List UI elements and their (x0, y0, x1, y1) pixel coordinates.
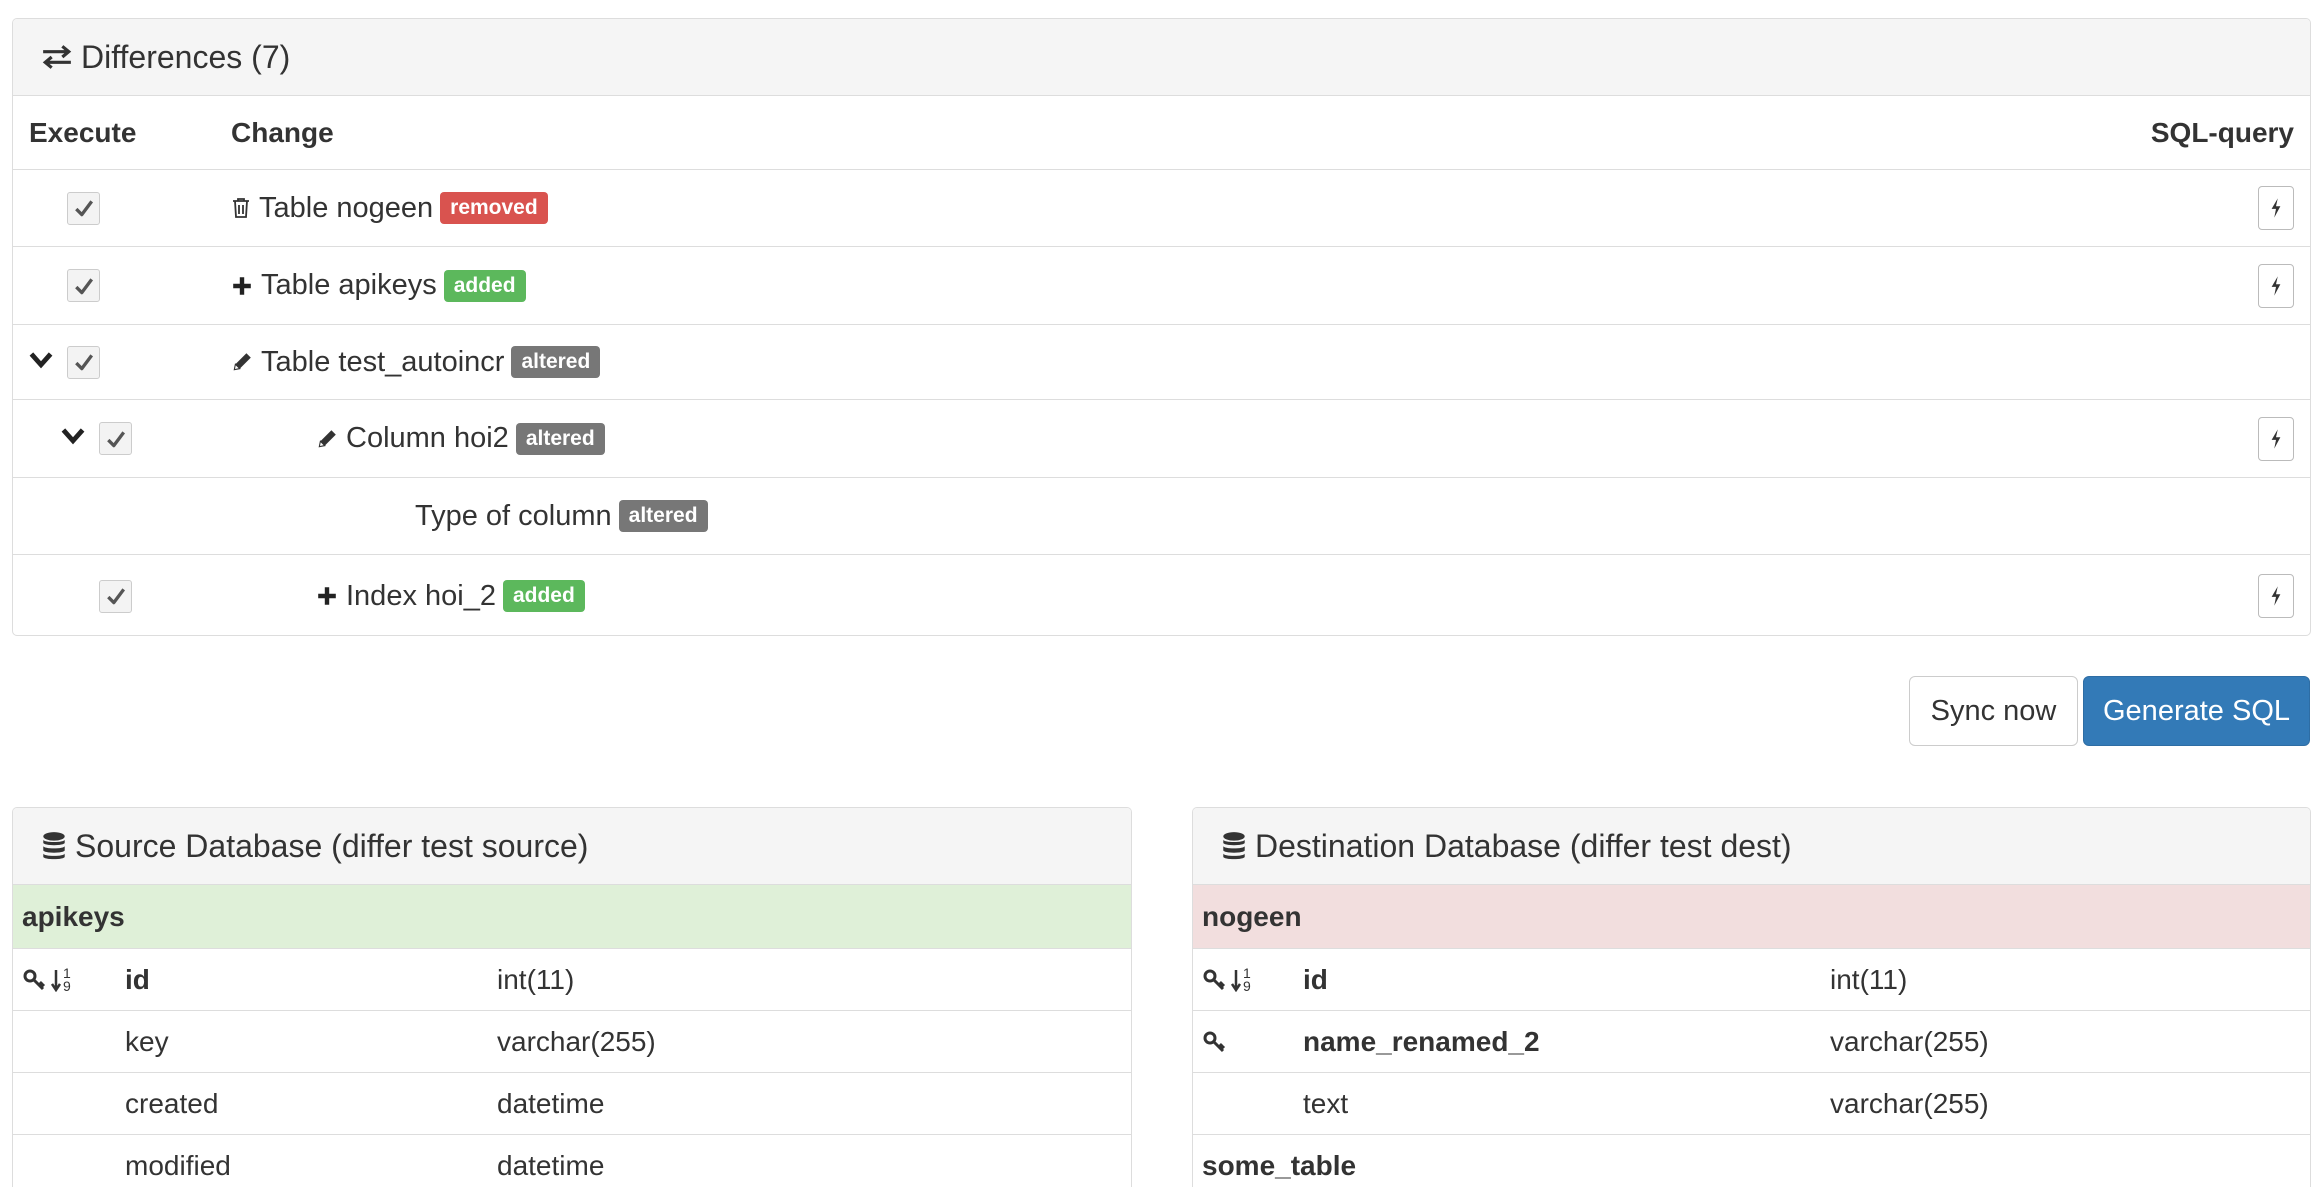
bolt-icon (2269, 585, 2283, 607)
check-icon (73, 197, 95, 219)
sync-now-button[interactable]: Sync now (1909, 676, 2078, 746)
column-type: int(11) (1830, 963, 1908, 995)
sql-query-column-header: SQL-query (2150, 116, 2294, 148)
status-badge: added (502, 580, 585, 612)
source-database-header: Source Database (differ test source) (13, 808, 1131, 885)
sql-query-button[interactable] (2258, 263, 2294, 308)
column-row: key varchar(255) (13, 1011, 1131, 1073)
table-row: Column hoi2 altered (13, 400, 2310, 478)
generate-sql-button[interactable]: Generate SQL (2083, 676, 2310, 746)
differences-header: Differences (7) (13, 19, 2310, 96)
column-name: text (1303, 1087, 1349, 1119)
check-icon (73, 275, 95, 297)
key-icon (1203, 968, 1227, 992)
differences-panel: Differences (7) Execute Change SQL-query… (12, 18, 2311, 636)
execute-checkbox[interactable] (67, 191, 100, 225)
bolt-icon (2269, 197, 2283, 219)
sort-numeric-icon (1231, 968, 1241, 992)
change-label: Column hoi2 (346, 422, 509, 454)
column-type: varchar(255) (497, 1025, 656, 1057)
table-name-row: some_table (1202, 1150, 1357, 1181)
destination-database-title: Destination Database (differ test dest) (1255, 827, 1792, 864)
column-type: datetime (497, 1150, 605, 1181)
column-row: name_renamed_2 varchar(255) (1193, 1011, 2310, 1073)
table-row: Table apikeys added (13, 247, 2310, 325)
change-column-header: Change (231, 116, 334, 148)
column-row: 1 9 id int(11) (1193, 949, 2310, 1011)
table-row: Index hoi_2 added (13, 555, 2310, 635)
column-row: created datetime (13, 1073, 1131, 1135)
pencil-icon (316, 428, 338, 450)
table-row: Table nogeen removed (13, 170, 2310, 247)
column-type: varchar(255) (1830, 1087, 1989, 1119)
execute-checkbox[interactable] (67, 269, 100, 302)
sort-digit-bottom: 9 (63, 977, 71, 994)
column-type: datetime (497, 1087, 605, 1119)
database-icon (1221, 831, 1247, 861)
sort-digit-bottom: 9 (1243, 977, 1251, 994)
execute-checkbox[interactable] (99, 422, 132, 455)
sort-numeric-icon (51, 968, 61, 992)
status-badge: altered (515, 422, 605, 455)
differences-table-header: Execute Change SQL-query (13, 96, 2310, 170)
chevron-down-icon[interactable] (61, 427, 85, 450)
status-badge: altered (618, 500, 708, 532)
exchange-icon (41, 44, 73, 70)
column-name: id (1303, 963, 1328, 995)
chevron-down-icon[interactable] (29, 351, 53, 374)
key-icon (1203, 1030, 1227, 1054)
check-icon (105, 585, 127, 607)
column-name: name_renamed_2 (1303, 1025, 1540, 1057)
sql-query-button[interactable] (2258, 574, 2294, 618)
source-database-title: Source Database (differ test source) (75, 827, 589, 864)
column-type: varchar(255) (1830, 1025, 1989, 1057)
change-label: Table apikeys (261, 269, 437, 301)
column-row: modified datetime (13, 1135, 1131, 1187)
destination-database-header: Destination Database (differ test dest) (1193, 808, 2310, 885)
status-badge: removed (440, 192, 548, 224)
destination-database-panel: Destination Database (differ test dest) … (1192, 807, 2311, 1187)
bolt-icon (2269, 428, 2283, 450)
bolt-icon (2269, 275, 2283, 297)
database-icon (41, 831, 67, 861)
column-name: id (125, 963, 150, 995)
sql-query-button[interactable] (2258, 416, 2294, 461)
pencil-icon (231, 351, 253, 373)
change-label: Table nogeen (259, 191, 434, 224)
sql-query-button[interactable] (2258, 186, 2294, 230)
change-label: Table test_autoincr (261, 345, 505, 378)
check-icon (73, 351, 95, 373)
plus-icon (231, 275, 253, 297)
column-row: text varchar(255) (1193, 1073, 2310, 1135)
status-badge: altered (511, 346, 601, 378)
execute-column-header: Execute (29, 116, 137, 148)
table-row: Table test_autoincr altered (13, 325, 2310, 400)
table-name-row: apikeys (13, 885, 1131, 949)
execute-checkbox[interactable] (99, 579, 132, 613)
status-badge: added (443, 269, 526, 302)
column-name: created (125, 1087, 219, 1119)
execute-checkbox[interactable] (67, 345, 100, 379)
table-name-row: nogeen (1193, 885, 2310, 949)
column-row: 1 9 id int(11) (13, 949, 1131, 1011)
change-label: Type of column (415, 499, 612, 532)
column-type: int(11) (497, 963, 575, 995)
trash-icon (231, 196, 251, 220)
plus-icon (316, 585, 338, 607)
check-icon (105, 428, 127, 450)
column-name: key (125, 1025, 169, 1057)
source-database-panel: Source Database (differ test source) api… (12, 807, 1132, 1187)
differences-title: Differences (7) (81, 38, 291, 75)
column-name: modified (125, 1150, 231, 1181)
key-icon (23, 968, 47, 992)
table-row: Type of column altered (13, 478, 2310, 555)
change-label: Index hoi_2 (346, 579, 496, 612)
